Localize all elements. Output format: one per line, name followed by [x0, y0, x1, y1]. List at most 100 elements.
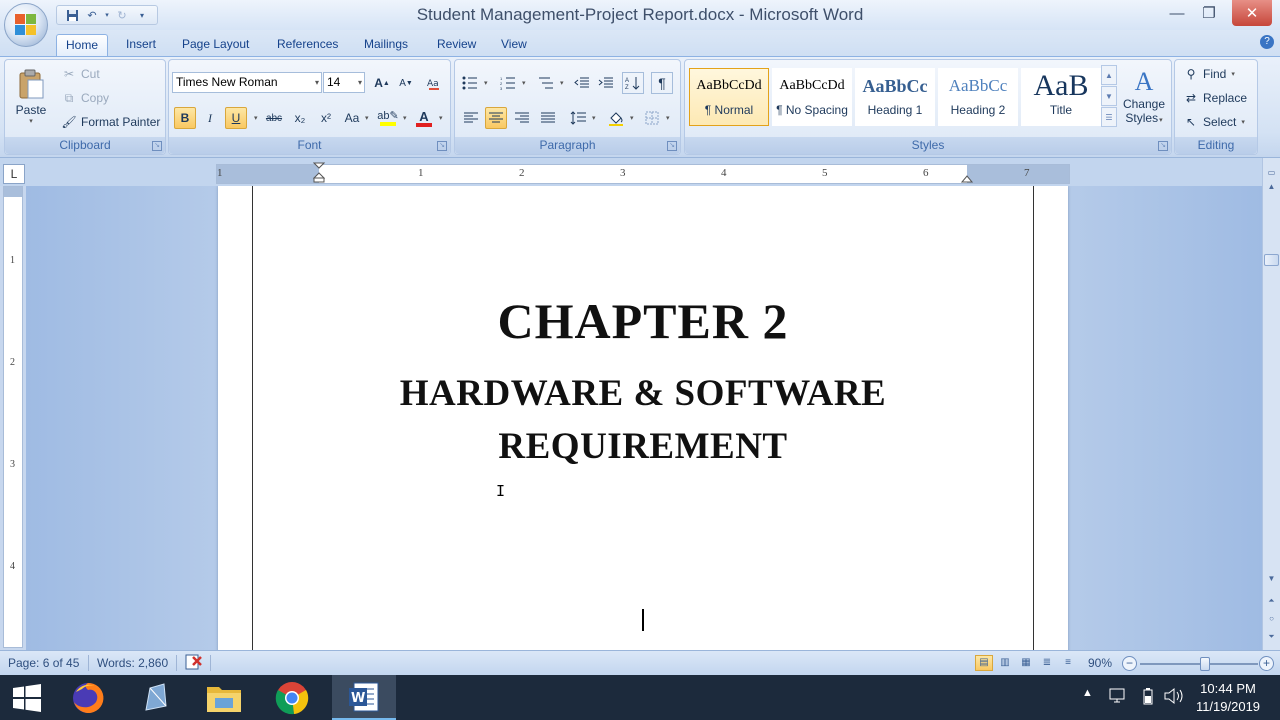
borders-icon[interactable] — [641, 107, 663, 129]
tab-view[interactable]: View — [492, 34, 536, 56]
chrome-icon[interactable] — [260, 675, 324, 720]
change-styles-button[interactable]: A Change Styles▾ — [1120, 67, 1168, 139]
line-spacing-icon[interactable] — [567, 107, 589, 129]
superscript-button[interactable]: x² — [315, 107, 337, 129]
grow-font-button[interactable]: A ▲ — [371, 72, 393, 94]
help-icon[interactable]: ? — [1260, 35, 1274, 49]
cut-button[interactable]: ✂ Cut — [61, 64, 100, 84]
copy-button[interactable]: ⧉ Copy — [61, 88, 109, 108]
justify-icon[interactable] — [537, 107, 559, 129]
zoom-level[interactable]: 90% — [1088, 656, 1112, 670]
replace-button[interactable]: ⇄ Replace — [1183, 88, 1247, 108]
paragraph-launcher-icon[interactable]: ↘ — [667, 141, 677, 151]
style-heading-1[interactable]: AaBbCc Heading 1 — [855, 68, 935, 126]
gallery-up-icon[interactable]: ▲ — [1101, 65, 1117, 85]
multilevel-dropdown-icon[interactable]: ▾ — [560, 79, 564, 87]
multilevel-list-icon[interactable] — [535, 72, 557, 94]
vertical-scrollbar[interactable]: ▭ ▲ ▼ ⏶ ○ ⏷ — [1262, 158, 1280, 650]
subscript-button[interactable]: x₂ — [289, 107, 311, 129]
highlight-button[interactable]: ab✎ — [377, 107, 399, 129]
tab-selector-button[interactable]: L — [3, 164, 25, 184]
highlight-dropdown-icon[interactable]: ▾ — [403, 114, 407, 122]
web-layout-icon[interactable]: ▦ — [1017, 655, 1035, 671]
font-launcher-icon[interactable]: ↘ — [437, 141, 447, 151]
find-button[interactable]: ⚲ Find ▾ — [1183, 64, 1235, 84]
increase-indent-icon[interactable] — [595, 72, 617, 94]
scroll-up-icon[interactable]: ▲ — [1264, 180, 1279, 194]
borders-dropdown-icon[interactable]: ▾ — [666, 114, 670, 122]
shading-icon[interactable] — [605, 107, 627, 129]
windows-start-icon[interactable] — [0, 675, 54, 720]
tab-page-layout[interactable]: Page Layout — [173, 34, 258, 56]
outline-view-icon[interactable]: ≣ — [1038, 655, 1056, 671]
scroll-down-icon[interactable]: ▼ — [1264, 572, 1279, 586]
gallery-more-icon[interactable]: ☰ — [1101, 107, 1117, 127]
align-right-icon[interactable] — [511, 107, 533, 129]
paste-button[interactable]: Paste ▾ — [11, 64, 51, 136]
word-count[interactable]: Words: 2,860 — [97, 656, 168, 670]
font-name-combo[interactable]: Times New Roman ▾ — [172, 72, 322, 93]
underline-dropdown-icon[interactable]: ▾ — [254, 114, 258, 122]
document-page[interactable]: CHAPTER 2 HARDWARE & SOFTWARE REQUIREMEN… — [218, 186, 1068, 650]
section-title-line-2[interactable]: REQUIREMENT — [218, 425, 1068, 468]
shading-dropdown-icon[interactable]: ▾ — [630, 114, 634, 122]
chapter-heading[interactable]: CHAPTER 2 — [218, 292, 1068, 350]
zoom-in-icon[interactable]: + — [1259, 656, 1274, 671]
page-count[interactable]: Page: 6 of 45 — [8, 656, 79, 670]
volume-icon[interactable] — [1163, 687, 1185, 708]
tab-mailings[interactable]: Mailings — [355, 34, 417, 56]
bold-button[interactable]: B — [174, 107, 196, 129]
underline-button[interactable]: U — [225, 107, 247, 129]
font-color-button[interactable]: A — [413, 107, 435, 129]
print-layout-icon[interactable]: ▤ — [975, 655, 993, 671]
ruler-toggle-icon[interactable]: ▭ — [1264, 166, 1279, 180]
sort-icon[interactable]: AZ — [622, 72, 644, 94]
style-normal[interactable]: AaBbCcDd ¶ Normal — [689, 68, 769, 126]
format-painter-button[interactable]: 🖌 Format Painter — [61, 112, 160, 132]
bullets-icon[interactable] — [459, 72, 481, 94]
indent-marker-icon[interactable] — [313, 162, 325, 184]
zoom-out-icon[interactable]: − — [1122, 656, 1137, 671]
clear-formatting-icon[interactable]: Aa — [423, 72, 445, 94]
previous-page-icon[interactable]: ⏶ — [1264, 594, 1279, 608]
scrollbar-thumb[interactable] — [1264, 254, 1279, 266]
line-spacing-dropdown-icon[interactable]: ▾ — [592, 114, 596, 122]
show-formatting-icon[interactable]: ¶ — [651, 72, 673, 94]
shrink-font-button[interactable]: A ▼ — [395, 72, 417, 94]
select-button[interactable]: ↖ Select ▾ — [1183, 112, 1245, 132]
italic-button[interactable]: I — [199, 107, 221, 129]
pen-tool-icon[interactable] — [124, 675, 188, 720]
right-indent-marker-icon[interactable] — [961, 172, 973, 184]
style-heading-2[interactable]: AaBbCc Heading 2 — [938, 68, 1018, 126]
clipboard-launcher-icon[interactable]: ↘ — [152, 141, 162, 151]
next-page-icon[interactable]: ⏷ — [1264, 630, 1279, 644]
tab-insert[interactable]: Insert — [117, 34, 165, 56]
align-center-icon[interactable] — [485, 107, 507, 129]
zoom-slider-thumb[interactable] — [1199, 657, 1210, 671]
font-color-dropdown-icon[interactable]: ▾ — [439, 114, 443, 122]
font-size-combo[interactable]: 14 ▾ — [323, 72, 365, 93]
tab-review[interactable]: Review — [428, 34, 485, 56]
section-title-line-1[interactable]: HARDWARE & SOFTWARE — [218, 372, 1068, 415]
numbering-dropdown-icon[interactable]: ▾ — [522, 79, 526, 87]
file-explorer-icon[interactable] — [192, 675, 256, 720]
style-title[interactable]: AaB Title — [1021, 68, 1101, 126]
bullets-dropdown-icon[interactable]: ▾ — [484, 79, 488, 87]
numbering-icon[interactable]: 123 — [497, 72, 519, 94]
show-hidden-icons[interactable]: ▲ — [1082, 687, 1093, 699]
draft-view-icon[interactable]: ≡ — [1059, 655, 1077, 671]
strikethrough-button[interactable]: abc — [263, 107, 285, 129]
vertical-ruler[interactable]: 1 2 3 4 — [3, 186, 23, 648]
full-screen-reading-icon[interactable]: ▥ — [996, 655, 1014, 671]
system-clock[interactable]: 10:44 PM 11/19/2019 — [1188, 680, 1268, 716]
network-icon[interactable] — [1108, 687, 1128, 708]
tab-references[interactable]: References — [268, 34, 347, 56]
align-left-icon[interactable] — [460, 107, 482, 129]
word-icon[interactable]: W — [332, 675, 396, 720]
change-case-button[interactable]: Aa — [341, 107, 363, 129]
close-button[interactable]: ✕ — [1232, 0, 1272, 26]
maximize-button[interactable]: ❐ — [1192, 0, 1226, 26]
decrease-indent-icon[interactable] — [571, 72, 593, 94]
minimize-button[interactable]: — — [1160, 0, 1194, 26]
battery-icon[interactable] — [1142, 687, 1154, 708]
